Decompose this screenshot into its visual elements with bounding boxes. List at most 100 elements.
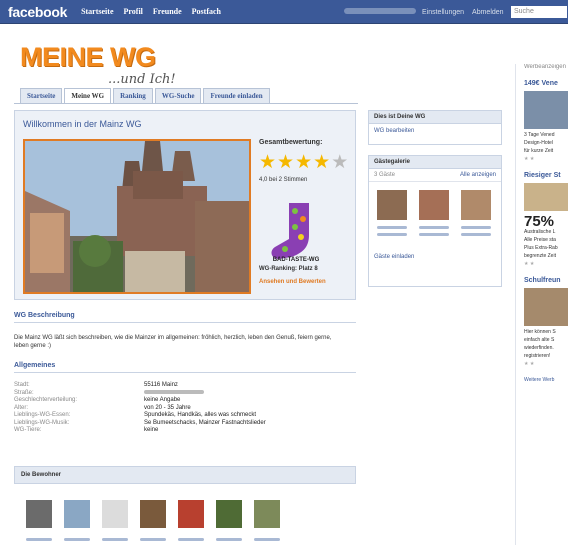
- info-key: Lieblings-WG-Essen:: [14, 412, 71, 418]
- guest-name-blurred[interactable]: [377, 226, 407, 229]
- settings-link[interactable]: Einstellungen: [422, 9, 464, 16]
- resident-name-blurred[interactable]: [26, 538, 52, 541]
- logo-sub-text: ...und Ich!: [108, 72, 176, 87]
- guest-name-blurred[interactable]: [461, 226, 491, 229]
- search-input[interactable]: Suche: [510, 5, 568, 19]
- description-heading: WG Beschreibung: [14, 312, 356, 323]
- resident-avatar[interactable]: [254, 500, 280, 528]
- resident-name-blurred[interactable]: [254, 538, 280, 541]
- rating-stars[interactable]: ★ ★ ★ ★ ★: [259, 153, 348, 172]
- ad-text: einfach alte S: [524, 337, 555, 343]
- tab-invite-friends[interactable]: Freunde einladen: [203, 88, 270, 104]
- tab-divider: [14, 103, 358, 104]
- guest-name-blurred[interactable]: [377, 233, 407, 236]
- show-all-link[interactable]: Alle anzeigen: [460, 172, 496, 178]
- info-row-street: Straße:: [14, 390, 356, 398]
- account-links: Einstellungen Abmelden: [422, 0, 504, 24]
- nav-inbox[interactable]: Postfach: [192, 7, 221, 16]
- ad-title[interactable]: 149€ Vene: [524, 80, 568, 87]
- ad-like-icon[interactable]: ★ ★: [524, 156, 568, 162]
- info-row-food: Lieblings-WG-Essen: Spundekäs, Handkäs, a…: [14, 412, 356, 420]
- resident-name-blurred[interactable]: [178, 538, 204, 541]
- user-name-blurred[interactable]: [344, 8, 416, 14]
- info-key: Geschlechterverteilung:: [14, 397, 78, 403]
- info-value: Se Bumeetschacks, Mainzer Fastnachtslied…: [144, 419, 266, 426]
- view-and-rate-link[interactable]: Ansehen und Bewerten: [259, 279, 326, 285]
- app-tabs: Startseite Meine WG Ranking WG-Suche Fre…: [20, 88, 270, 104]
- info-value: keine: [144, 427, 159, 433]
- resident-avatar[interactable]: [216, 500, 242, 528]
- facebook-logo[interactable]: facebook: [8, 4, 67, 20]
- guest-avatar[interactable]: [377, 190, 407, 220]
- nav-profile[interactable]: Profil: [124, 7, 143, 16]
- resident-avatar[interactable]: [26, 500, 52, 528]
- guest-avatar[interactable]: [461, 190, 491, 220]
- info-value: von 20 - 35 Jahre: [144, 404, 191, 411]
- more-ads-link[interactable]: Weitere Werb: [524, 377, 568, 383]
- logout-link[interactable]: Abmelden: [472, 9, 504, 16]
- welcome-title: Willkommen in der Mainz WG: [23, 119, 142, 129]
- info-value: Spundekäs, Handkäs, alles was schmeckt: [144, 412, 257, 418]
- tab-my-wg[interactable]: Meine WG: [64, 88, 112, 104]
- edit-wg-link[interactable]: WG bearbeiten: [369, 124, 501, 144]
- rating-count: 4,0 bei 2 Stimmen: [259, 177, 308, 183]
- wg-city-photo[interactable]: [23, 139, 251, 294]
- ad-image[interactable]: [524, 288, 568, 326]
- tab-wg-search[interactable]: WG-Suche: [154, 88, 202, 104]
- my-wg-title: Dies ist Deine WG: [369, 111, 501, 124]
- resident-name-blurred[interactable]: [102, 538, 128, 541]
- wg-ranking: WG-Ranking: Platz 8: [259, 266, 318, 272]
- guest-name-blurred[interactable]: [419, 226, 449, 229]
- guest-names-blurred-2: [369, 229, 501, 236]
- resident-avatar[interactable]: [178, 500, 204, 528]
- tab-home[interactable]: Startseite: [20, 88, 63, 104]
- tab-ranking[interactable]: Ranking: [113, 88, 153, 104]
- ad-text: registrieren!: [524, 353, 551, 359]
- star-icon[interactable]: ★: [313, 153, 330, 172]
- ads-column: Werbeanzeigen 149€ Vene 3 Tage Vened Des…: [515, 64, 568, 545]
- guest-name-blurred[interactable]: [461, 233, 491, 236]
- residents-heading: Die Bewohner: [14, 466, 356, 484]
- info-row-city: Stadt: 55116 Mainz: [14, 382, 356, 390]
- nav-friends[interactable]: Freunde: [153, 7, 182, 16]
- resident-avatar[interactable]: [64, 500, 90, 528]
- info-value-blurred: [144, 389, 204, 398]
- guest-gallery-box: Gästegalerie 3 Gäste Alle anzeigen Gäste…: [368, 155, 502, 287]
- facebook-top-bar: facebook Startseite Profil Freunde Postf…: [0, 0, 568, 24]
- nav-home[interactable]: Startseite: [81, 7, 113, 16]
- ad-title[interactable]: Riesiger St: [524, 172, 568, 179]
- guest-avatar[interactable]: [419, 190, 449, 220]
- logo-main-text: MEINE WG: [20, 42, 156, 72]
- badge-label: BAD-TASTE-WG: [272, 257, 320, 263]
- star-icon[interactable]: ★: [331, 153, 348, 172]
- info-row-age: Alter: von 20 - 35 Jahre: [14, 405, 356, 413]
- info-key: WG-Tiere:: [14, 427, 42, 433]
- info-key: Alter:: [14, 404, 29, 411]
- star-icon[interactable]: ★: [295, 153, 312, 172]
- ad-like-icon[interactable]: ★ ★: [524, 261, 568, 267]
- info-row-music: Lieblings-WG-Musik: Se Bumeetschacks, Mai…: [14, 420, 356, 428]
- resident-name-blurred[interactable]: [140, 538, 166, 541]
- resident-name-blurred[interactable]: [64, 538, 90, 541]
- guest-names-blurred: [369, 224, 501, 229]
- ads-label: Werbeanzeigen: [524, 64, 566, 70]
- resident-avatar[interactable]: [102, 500, 128, 528]
- app-logo[interactable]: MEINE WG ...und Ich!: [20, 42, 176, 87]
- guest-count: 3 Gäste: [374, 172, 396, 178]
- ad-text: für kurze Zeit: [524, 148, 554, 154]
- ad-image[interactable]: [524, 183, 568, 211]
- ad-title[interactable]: Schulfreun: [524, 277, 568, 284]
- general-info-list: Stadt: 55116 Mainz Straße: Geschlechterve…: [14, 382, 356, 435]
- star-icon[interactable]: ★: [259, 153, 276, 172]
- bad-taste-badge[interactable]: BAD-TASTE-WG: [261, 199, 331, 269]
- ad-text: Alle Preise sta: [524, 237, 556, 243]
- invite-guests-link[interactable]: Gäste einladen: [369, 236, 501, 266]
- star-icon[interactable]: ★: [277, 153, 294, 172]
- guest-name-blurred[interactable]: [419, 233, 449, 236]
- ad-image[interactable]: [524, 91, 568, 129]
- resident-avatar[interactable]: [140, 500, 166, 528]
- guest-gallery-title: Gästegalerie: [369, 156, 501, 169]
- ad-like-icon[interactable]: ★ ★: [524, 361, 568, 367]
- my-wg-box: Dies ist Deine WG WG bearbeiten: [368, 110, 502, 145]
- resident-name-blurred[interactable]: [216, 538, 242, 541]
